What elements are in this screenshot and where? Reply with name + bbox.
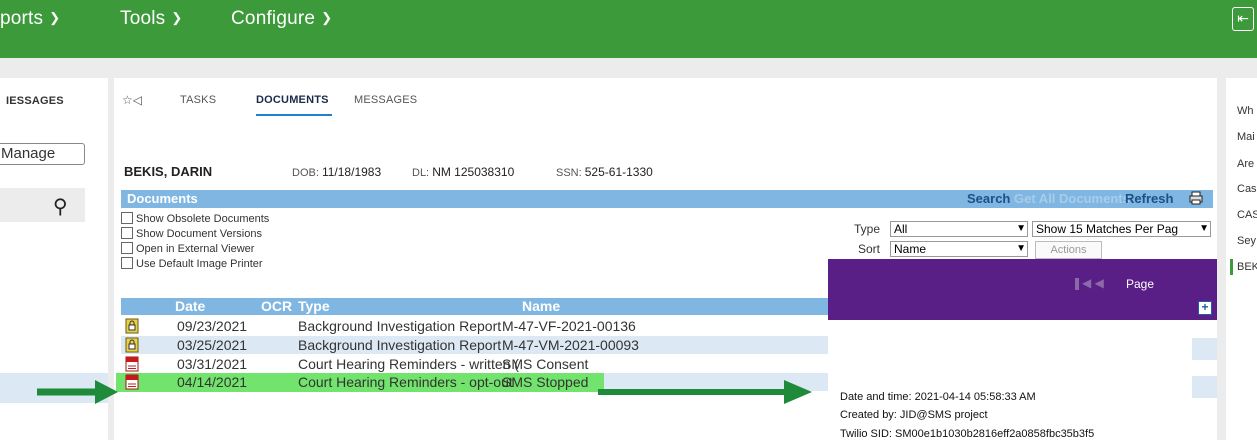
left-arrow-icon — [37, 380, 118, 404]
annotation-arrows — [37, 380, 812, 404]
right-arrow-icon — [598, 380, 812, 404]
